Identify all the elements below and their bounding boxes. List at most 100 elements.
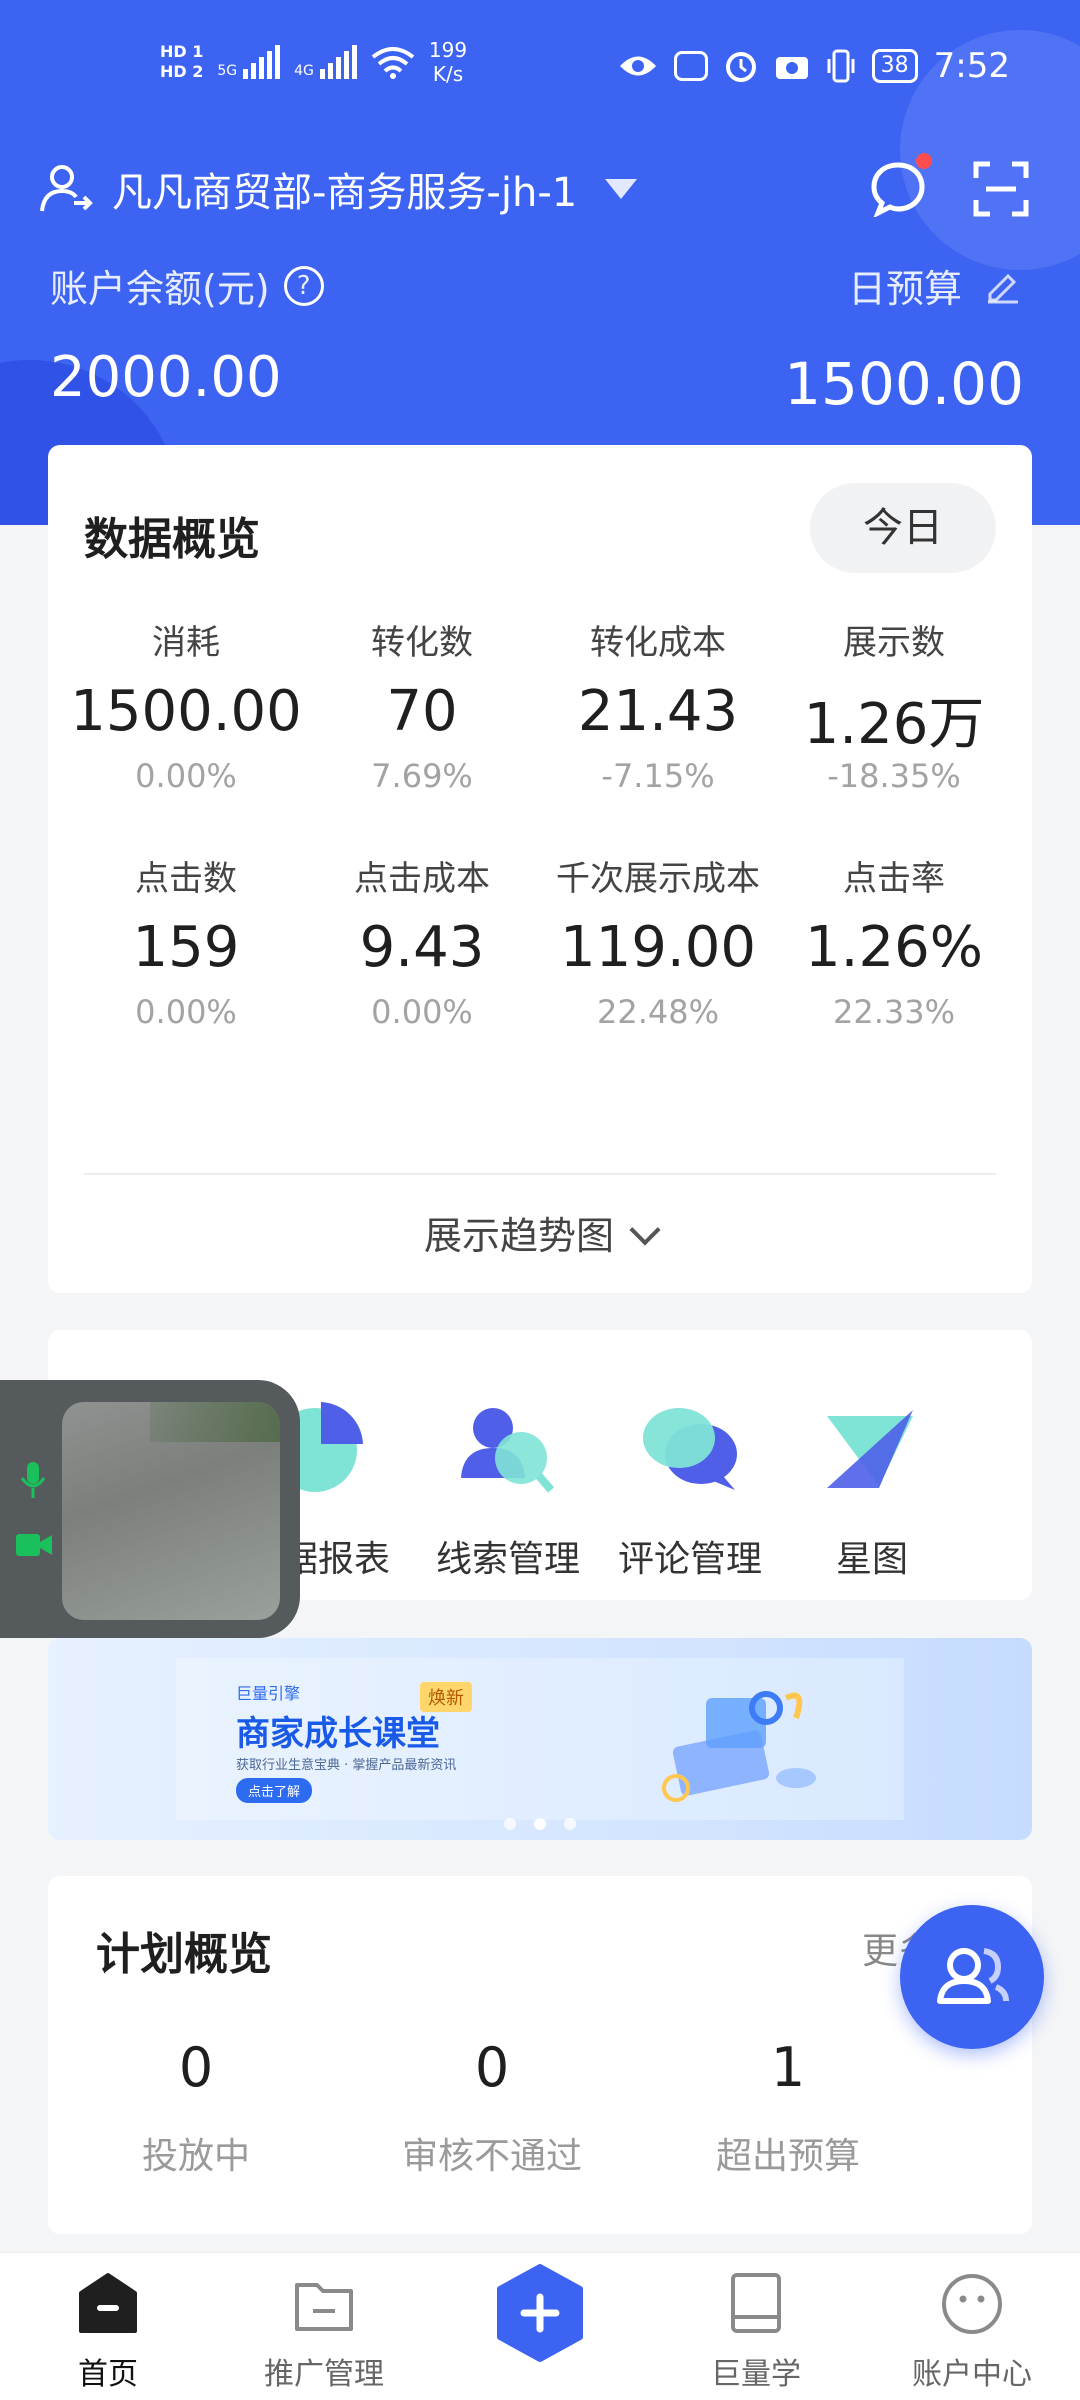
net2-label: 4G <box>294 63 314 79</box>
metric-value: 9.43 <box>359 915 485 980</box>
trend-toggle-label: 展示趋势图 <box>423 1214 614 1258</box>
account-switcher[interactable]: 凡凡商贸部-商务服务-jh-1 <box>38 160 638 218</box>
metric-cpm[interactable]: 千次展示成本 119.00 22.48% <box>540 851 776 1031</box>
metric-change: -7.15% <box>601 757 715 795</box>
metric-change: 0.00% <box>135 757 237 795</box>
scan-icon[interactable] <box>972 160 1030 218</box>
chevron-down-icon <box>629 1214 661 1246</box>
star-map-icon <box>827 1410 913 1488</box>
metric-value: 70 <box>386 679 458 744</box>
video-camera-icon[interactable] <box>14 1530 54 1560</box>
metric-conversions[interactable]: 转化数 70 7.69% <box>304 615 540 795</box>
period-selector[interactable]: 今日 <box>810 483 996 573</box>
daily-budget-label[interactable]: 日预算 <box>848 258 1020 313</box>
smiley-icon <box>942 2274 1002 2334</box>
tool-label: 星图 <box>835 1539 908 1580</box>
banner-brand: 巨量引擎 <box>236 1684 301 1703</box>
metric-clicks[interactable]: 点击数 159 0.00% <box>68 851 304 1031</box>
banner-tag: 焕新 <box>420 1682 472 1712</box>
tab-account[interactable]: 账户中心 <box>892 2271 1052 2393</box>
network-speed: 199 K/s <box>429 38 467 86</box>
plan-stat-over-budget[interactable]: 1 超出预算 <box>640 2036 936 2179</box>
metric-change: 0.00% <box>135 993 237 1031</box>
tab-label: 推广管理 <box>264 2357 384 2392</box>
metrics-grid: 消耗 1500.00 0.00% 转化数 70 7.69% 转化成本 21.43… <box>68 615 1012 1031</box>
metric-conversion-cost[interactable]: 转化成本 21.43 -7.15% <box>540 615 776 795</box>
metric-change: 22.33% <box>832 993 955 1031</box>
banner-illustration <box>662 1691 816 1802</box>
sim1-label: HD 1 <box>160 42 204 61</box>
tool-leads[interactable]: 线索管理 <box>418 1392 598 1582</box>
wifi-icon <box>371 47 415 79</box>
budget-label-text: 日预算 <box>847 267 962 311</box>
tab-home[interactable]: 首页 <box>28 2271 188 2393</box>
metric-cost[interactable]: 消耗 1500.00 0.00% <box>68 615 304 795</box>
plan-stat-label: 审核不通过 <box>401 2136 582 2177</box>
sim2-label: HD 2 <box>160 62 204 81</box>
plan-stat-active[interactable]: 0 投放中 <box>48 2036 344 2179</box>
trend-chart-toggle[interactable]: 展示趋势图 <box>48 1205 1032 1260</box>
chat-bubble-icon <box>871 162 925 219</box>
metric-value: 1500.00 <box>70 679 302 744</box>
notification-dot <box>916 153 932 169</box>
banner-cta-button[interactable]: 点击了解 <box>236 1778 313 1803</box>
comments-icon <box>643 1408 737 1490</box>
clock: 7:52 <box>933 46 1010 86</box>
tab-learn[interactable]: 巨量学 <box>676 2271 836 2393</box>
tool-comments[interactable]: 评论管理 <box>600 1392 780 1582</box>
camera-status-icon <box>775 57 808 79</box>
home-icon <box>79 2273 137 2333</box>
customer-service-button[interactable] <box>900 1905 1044 2049</box>
message-button[interactable] <box>870 153 932 219</box>
speed-value: 199 <box>428 38 468 62</box>
tab-label: 巨量学 <box>711 2357 801 2392</box>
metric-label: 转化数 <box>371 623 473 663</box>
vibrate-icon <box>827 49 855 83</box>
signal-bars-icon <box>319 45 357 79</box>
metric-label: 点击率 <box>843 859 945 899</box>
video-call-float[interactable] <box>0 1380 300 1638</box>
metric-label: 转化成本 <box>590 623 726 663</box>
net1-label: 5G <box>217 63 238 79</box>
metric-value: 159 <box>132 915 240 980</box>
overview-title: 数据概览 <box>84 514 260 565</box>
metric-label: 点击数 <box>135 859 237 899</box>
header-actions <box>870 153 1030 219</box>
folder-icon <box>295 2283 353 2331</box>
metric-label: 展示数 <box>843 623 945 663</box>
microphone-icon[interactable] <box>20 1460 46 1500</box>
metric-change: -18.35% <box>827 757 961 795</box>
metric-label: 消耗 <box>152 623 220 663</box>
carousel-indicator <box>48 1818 1032 1830</box>
metric-value: 119.00 <box>560 915 756 980</box>
metric-ctr[interactable]: 点击率 1.26% 22.33% <box>776 851 1012 1031</box>
metric-label: 千次展示成本 <box>556 859 760 899</box>
metric-change: 22.48% <box>596 993 719 1031</box>
tab-create[interactable] <box>494 2263 586 2363</box>
metric-change: 7.69% <box>371 757 473 795</box>
metric-impressions[interactable]: 展示数 1.26万 -18.35% <box>776 615 1012 795</box>
banner-subtitle: 获取行业生意宝典 · 掌握产品最新资讯 <box>236 1758 457 1773</box>
plan-stat-rejected[interactable]: 0 审核不通过 <box>344 2036 640 2179</box>
metric-click-cost[interactable]: 点击成本 9.43 0.00% <box>304 851 540 1031</box>
book-icon <box>731 2273 781 2333</box>
banner-image: 巨量引擎 商家成长课堂 焕新 获取行业生意宝典 · 掌握产品最新资讯 点击了解 <box>176 1658 904 1820</box>
budget-value: 1500.00 <box>784 350 1024 418</box>
status-bar-left: HD 1 HD 2 5G 4G 199 K/s <box>160 38 467 86</box>
carousel-dot <box>504 1818 516 1830</box>
signal-4g: 4G <box>294 45 357 79</box>
balance-value: 2000.00 <box>50 345 282 410</box>
video-preview-detail <box>150 1402 280 1442</box>
help-icon[interactable]: ? <box>283 265 324 306</box>
eye-icon <box>619 56 656 76</box>
metric-value: 21.43 <box>577 679 739 744</box>
tab-promotion[interactable]: 推广管理 <box>244 2271 404 2393</box>
metric-label: 点击成本 <box>354 859 490 899</box>
plan-stat-value: 1 <box>770 2036 806 2099</box>
edit-icon[interactable] <box>984 268 1020 304</box>
plan-stats: 0 投放中 0 审核不通过 1 超出预算 <box>48 2036 936 2179</box>
tool-star-map[interactable]: 星图 <box>782 1392 962 1582</box>
status-bar: HD 1 HD 2 5G 4G 199 K/s 38 7:52 <box>0 0 1080 140</box>
promo-banner[interactable]: 巨量引擎 商家成长课堂 焕新 获取行业生意宝典 · 掌握产品最新资讯 点击了解 <box>48 1638 1032 1840</box>
plan-stat-value: 0 <box>474 2036 510 2099</box>
